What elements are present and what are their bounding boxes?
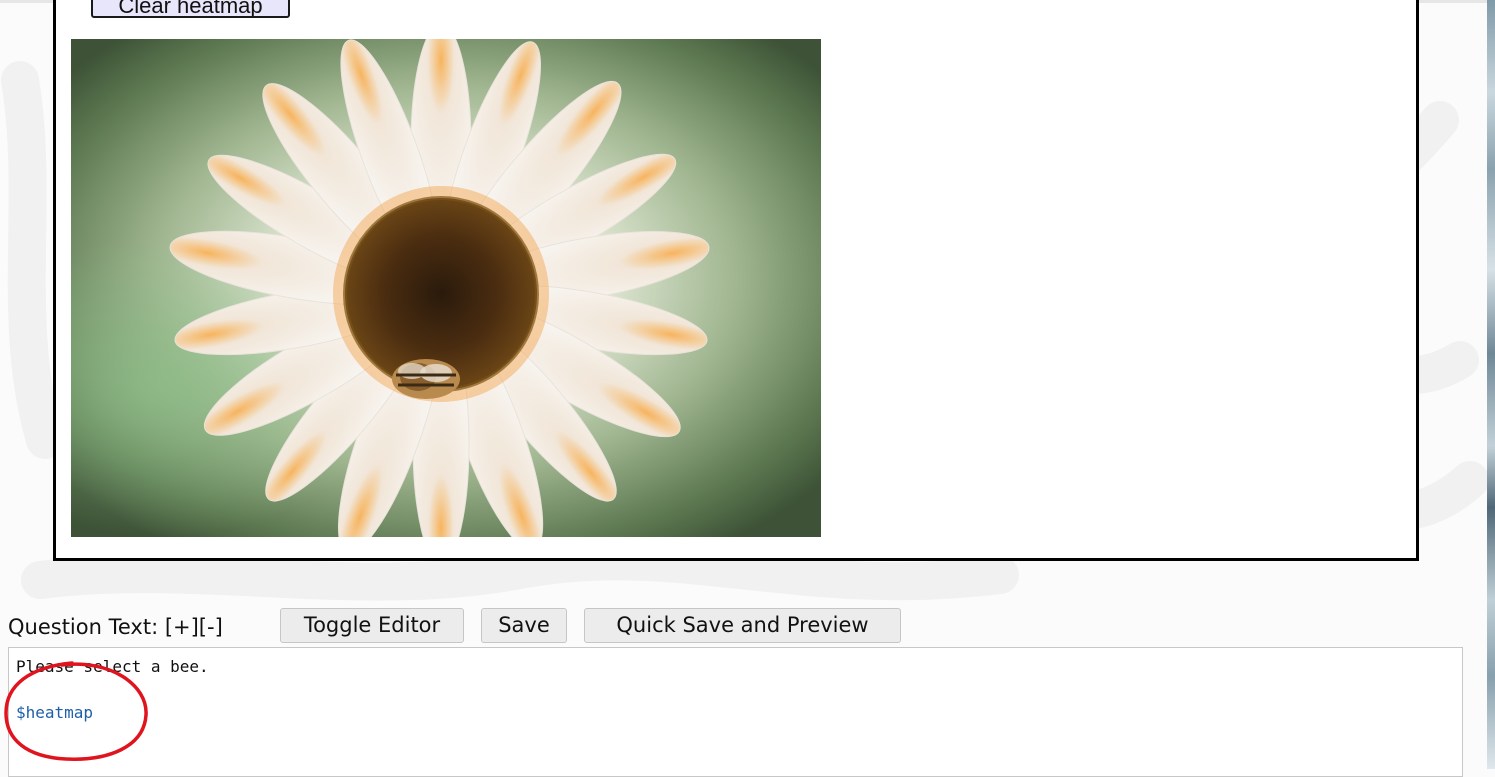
toggle-editor-button[interactable]: Toggle Editor bbox=[280, 608, 464, 643]
quick-save-preview-button[interactable]: Quick Save and Preview bbox=[584, 608, 901, 643]
question-text-editor[interactable]: Please select a bee. $heatmap bbox=[8, 647, 1463, 777]
save-button[interactable]: Save bbox=[481, 608, 567, 643]
editor-text-line: Please select a bee. bbox=[16, 657, 209, 676]
question-text-label: Question Text: [+][-] bbox=[8, 615, 223, 639]
clear-heatmap-button[interactable]: Clear heatmap bbox=[91, 0, 290, 18]
sunflower-bee-image[interactable] bbox=[71, 39, 821, 537]
window-edge-strip bbox=[1487, 0, 1495, 769]
heatmap-variable-token: $heatmap bbox=[16, 703, 94, 722]
